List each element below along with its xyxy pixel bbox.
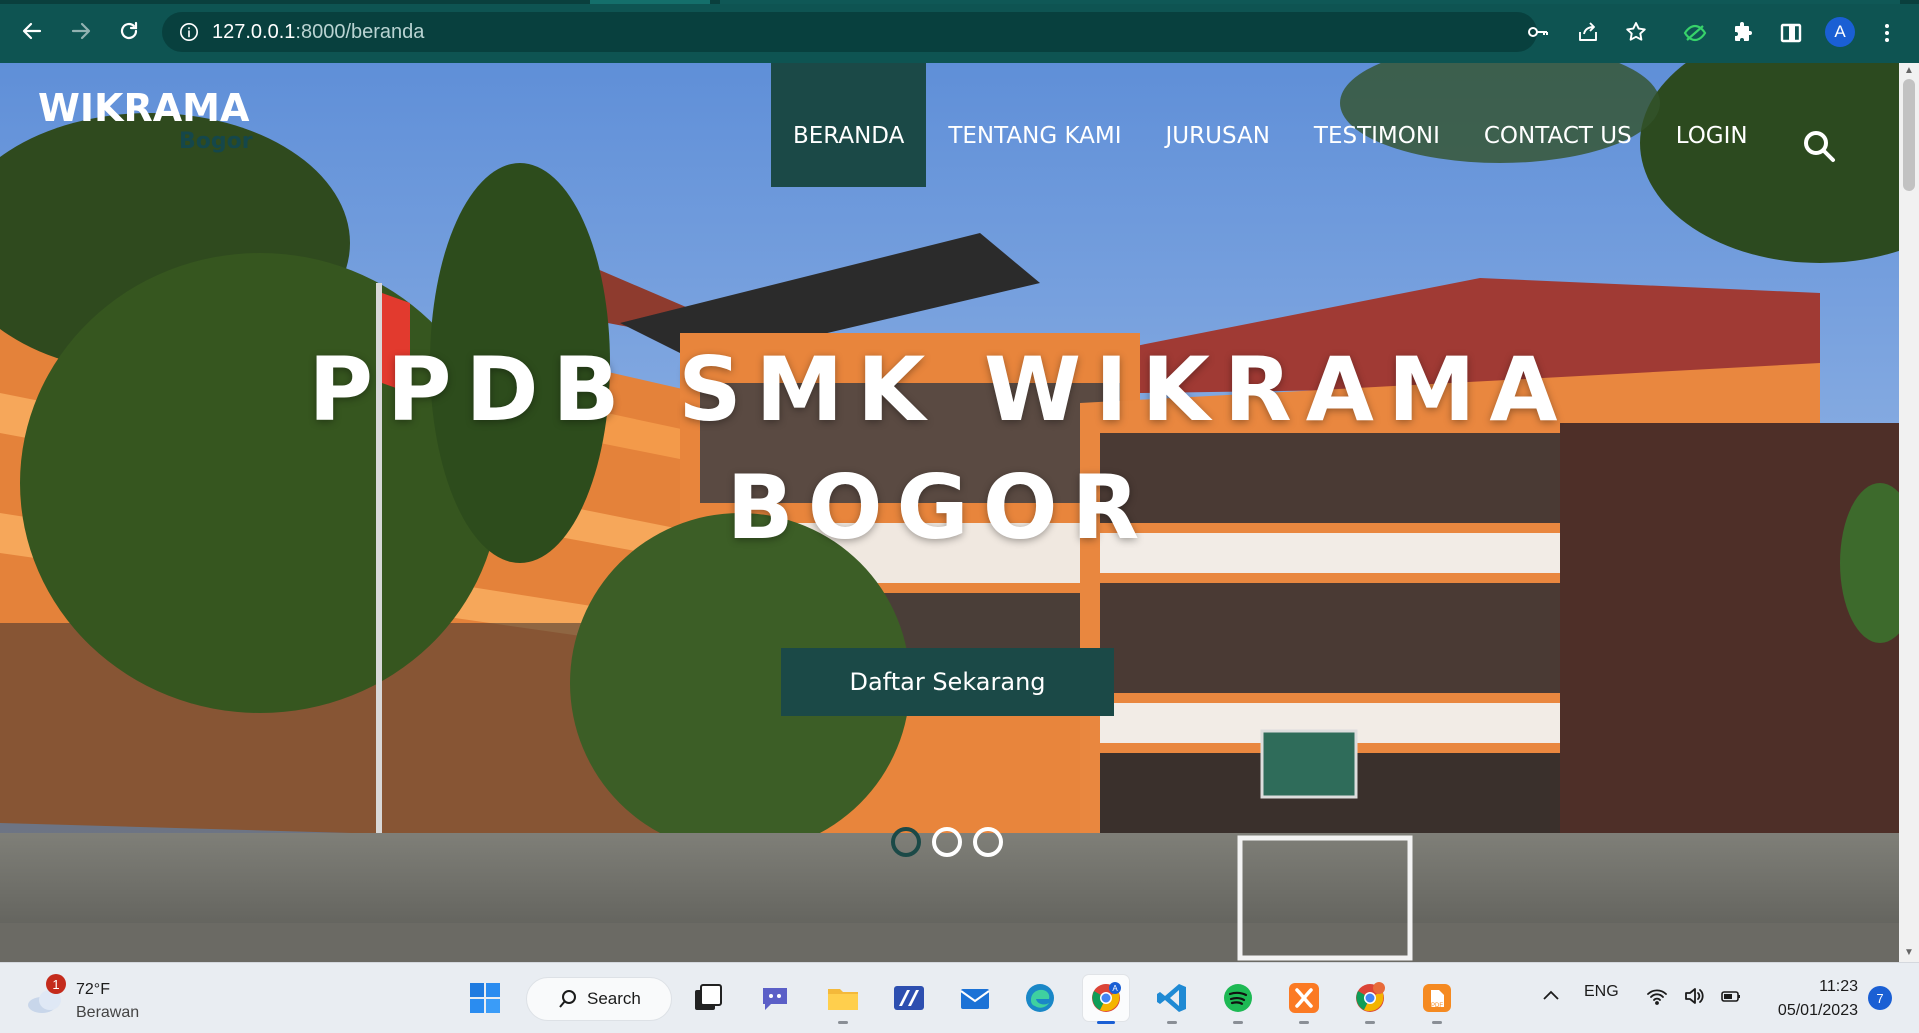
back-icon [22, 22, 42, 40]
logo-main-text: WIKRAMA [38, 86, 250, 130]
weather-badge: 1 [46, 974, 66, 994]
url-text: 127.0.0.1:8000/beranda [212, 20, 425, 43]
password-key-button[interactable] [1524, 18, 1552, 46]
chrome-button[interactable]: A [1083, 975, 1129, 1024]
share-button[interactable] [1574, 18, 1602, 46]
spotify-button[interactable] [1215, 975, 1261, 1024]
chrome-profile-button[interactable] [1347, 975, 1393, 1024]
task-view-button[interactable] [685, 975, 731, 1021]
wifi-button[interactable] [1643, 982, 1671, 1010]
file-explorer-button[interactable] [820, 975, 866, 1024]
site-logo[interactable]: WIKRAMA Bogor [38, 89, 258, 159]
pen-app-button[interactable] [886, 975, 932, 1021]
start-button[interactable] [462, 975, 508, 1021]
key-icon [1528, 27, 1548, 37]
volume-button[interactable] [1680, 982, 1708, 1010]
tray-overflow-button[interactable] [1537, 982, 1565, 1010]
clock-date: 05/01/2023 [1777, 1002, 1858, 1019]
carousel-indicators [891, 827, 1003, 857]
nav-contact-us[interactable]: CONTACT US [1462, 63, 1654, 187]
forward-icon [71, 22, 91, 40]
sidepanel-icon [1780, 23, 1802, 43]
carousel-dot-2[interactable] [932, 827, 962, 857]
spotify-icon [1224, 984, 1252, 1012]
battery-icon [1721, 991, 1740, 1002]
battery-button[interactable] [1717, 982, 1745, 1010]
input-language[interactable]: ENG [1584, 983, 1619, 1001]
chrome-icon: A [1092, 982, 1121, 1012]
chevron-up-icon [1543, 990, 1559, 1000]
nav-jurusan[interactable]: JURUSAN [1144, 63, 1292, 187]
hero-title-line1: PPDB SMK WIKRAMA [308, 338, 1572, 441]
site-info-icon[interactable] [178, 21, 200, 43]
page-viewport: WIKRAMA Bogor BERANDA TENTANG KAMI JURUS… [0, 63, 1899, 962]
nav-beranda[interactable]: BERANDA [771, 63, 927, 187]
carousel-dot-1[interactable] [891, 827, 921, 857]
carousel-dot-3[interactable] [973, 827, 1003, 857]
chrome-profile-icon [1356, 982, 1385, 1012]
star-icon [1626, 22, 1646, 41]
reload-button[interactable] [112, 14, 146, 48]
nav-login[interactable]: LOGIN [1654, 63, 1770, 187]
svg-text:A: A [1112, 984, 1118, 993]
puzzle-icon [1735, 22, 1752, 41]
scrollbar-thumb[interactable] [1903, 79, 1915, 191]
file-explorer-icon [828, 989, 858, 1010]
extension-eye-icon [1683, 24, 1707, 42]
edge-icon [1026, 984, 1054, 1012]
share-icon [1579, 22, 1597, 41]
browser-menu-button[interactable] [1872, 18, 1902, 48]
nav-testimoni[interactable]: TESTIMONI [1292, 63, 1462, 187]
mail-icon [960, 989, 990, 1009]
reload-icon [120, 21, 138, 40]
xampp-button[interactable] [1281, 975, 1327, 1024]
tab-strip [0, 0, 1919, 4]
address-bar[interactable]: 127.0.0.1:8000/beranda [162, 12, 1537, 52]
notification-badge[interactable]: 7 [1868, 986, 1892, 1010]
chat-icon [763, 988, 787, 1010]
search-icon [559, 990, 576, 1008]
hero-title-line2: BOGOR [726, 456, 1154, 559]
side-panel-button[interactable] [1776, 18, 1806, 48]
edge-button[interactable] [1017, 975, 1063, 1021]
pen-app-icon [894, 986, 924, 1010]
site-nav: BERANDA TENTANG KAMI JURUSAN TESTIMONI C… [771, 63, 1770, 187]
logo-sub-text: Bogor [179, 129, 253, 154]
volume-icon [1685, 988, 1704, 1004]
wifi-icon [1647, 989, 1667, 1005]
pdf-app-icon: PDF [1423, 984, 1451, 1012]
clock-time: 11:23 [1819, 978, 1858, 995]
svg-text:PDF: PDF [1431, 1003, 1443, 1009]
browser-toolbar: 127.0.0.1:8000/beranda A [0, 0, 1919, 63]
taskbar-search[interactable]: Search [526, 977, 672, 1021]
nav-tentang-kami[interactable]: TENTANG KAMI [926, 63, 1143, 187]
weather-temp: 72°F [76, 981, 110, 998]
search-icon[interactable] [1802, 129, 1836, 163]
forward-button[interactable] [64, 14, 98, 48]
xampp-icon [1289, 983, 1319, 1013]
profile-avatar[interactable]: A [1825, 17, 1855, 47]
bookmark-button[interactable] [1622, 18, 1650, 46]
windows-taskbar: 1 72°F Berawan Search A PDF ENG 11:23 05… [0, 962, 1919, 1033]
pdf-app-button[interactable]: PDF [1414, 975, 1460, 1024]
vscode-button[interactable] [1149, 975, 1195, 1024]
vscode-icon [1157, 984, 1186, 1012]
chat-button[interactable] [752, 975, 798, 1021]
scroll-down-arrow-icon[interactable]: ▼ [1904, 948, 1914, 958]
task-view-icon [695, 984, 722, 1010]
extensions-button[interactable] [1728, 18, 1758, 48]
weather-widget[interactable]: 1 72°F Berawan [26, 974, 186, 1023]
daftar-sekarang-button[interactable]: Daftar Sekarang [781, 648, 1114, 716]
taskbar-clock[interactable]: 11:23 05/01/2023 [1766, 975, 1858, 1023]
hero-title: PPDB SMK WIKRAMA BOGOR [200, 331, 1680, 567]
windows-start-icon [470, 983, 500, 1013]
scroll-up-arrow-icon[interactable]: ▲ [1904, 66, 1914, 76]
menu-dots-icon [1885, 24, 1889, 42]
weather-desc: Berawan [76, 1004, 140, 1021]
taskbar-search-label: Search [587, 989, 641, 1008]
extension-eye-button[interactable] [1680, 18, 1710, 48]
back-button[interactable] [15, 14, 49, 48]
mail-button[interactable] [952, 975, 998, 1021]
page-scrollbar[interactable]: ▲ ▼ [1899, 63, 1919, 962]
